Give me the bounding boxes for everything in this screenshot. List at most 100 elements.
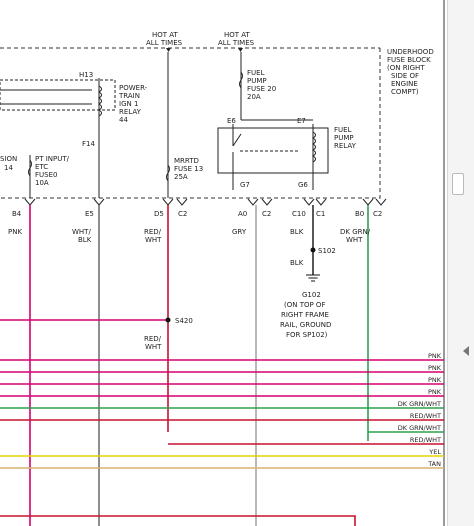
fuel-fuse-label-3: FUSE 20 — [247, 85, 276, 93]
bus-wire-label-2: PNK — [428, 376, 442, 384]
all-times-label-2: ALL TIMES — [218, 39, 255, 47]
fp-relay-label-3: RELAY — [334, 142, 357, 150]
mrrtd-label-2: FUSE 13 — [174, 165, 203, 173]
bottom-wire — [0, 515, 356, 526]
pin-label-b0: B0 — [355, 210, 364, 218]
wire-label-wht: WHT/ — [72, 228, 91, 236]
arrow-c2a — [176, 198, 188, 206]
wire-label-gry: GRY — [232, 228, 247, 236]
fuse-block-label-5: ENGINE — [391, 80, 418, 88]
arrow-b4 — [24, 198, 36, 206]
fuse-block-label-6: COMPT) — [391, 88, 419, 96]
pt-relay-label-4: RELAY — [119, 108, 142, 116]
wire-label-blk1: BLK — [290, 228, 304, 236]
wiring-diagram: HOT AT ALL TIMES HOT AT ALL TIMES UNDERH… — [0, 0, 445, 526]
arrow-e5 — [93, 198, 105, 206]
pt-relay-label-3: IGN 1 — [119, 100, 138, 108]
g102-label-3: RIGHT FRAME — [281, 311, 329, 319]
mrrtd-label-1: MRRTD — [174, 157, 199, 165]
s102-label: S102 — [318, 247, 336, 255]
arrow-b0 — [362, 198, 374, 206]
fuse-block-label-1: UNDERHOOD — [387, 48, 434, 56]
hot-arrow-2 — [238, 48, 243, 52]
fuse-block-label-2: FUSE BLOCK — [387, 56, 431, 64]
wire-label-blk2: BLK — [290, 259, 304, 267]
connector-arrows — [24, 198, 387, 206]
fuel-fuse-label-2: PUMP — [247, 77, 267, 85]
bus-wire-label-7: RED/WHT — [410, 436, 441, 444]
bus-wire-label-4: DK GRN/WHT — [398, 400, 441, 408]
arrow-c1 — [315, 198, 327, 206]
ptinput-label-1: PT INPUT/ — [35, 155, 70, 163]
pin-label-d5: D5 — [154, 210, 164, 218]
pin-label-c10: C10 — [292, 210, 306, 218]
wire-label-wht3: WHT — [145, 343, 162, 351]
ground-symbol — [306, 274, 320, 282]
hot-arrow-1 — [166, 48, 171, 52]
bus-wire-label-0: PNK — [428, 352, 442, 360]
arrow-a0 — [247, 198, 259, 206]
bus-wire-label-6: DK GRN/WHT — [398, 424, 441, 432]
fuse-block-label-3: (ON RIGHT — [387, 64, 425, 72]
mrrtd-label-3: 25A — [174, 173, 188, 181]
pt-relay-label-1: POWER- — [119, 84, 148, 92]
pin-g6: G6 — [298, 181, 308, 189]
splice-s102 — [310, 247, 316, 253]
s420-label: S420 — [175, 317, 193, 325]
splice-s420 — [165, 317, 171, 323]
sion-14-label: 14 — [4, 164, 13, 172]
pin-label-c2c: C2 — [373, 210, 382, 218]
wire-label-wht2: WHT — [145, 236, 162, 244]
bus-wire-label-8: YEL — [428, 448, 441, 456]
ptinput-label-3: FUSE0 — [35, 171, 57, 179]
pin-label-c1: C1 — [316, 210, 325, 218]
fuse-block-label-4: SIDE OF — [391, 72, 419, 80]
pt-relay-label-5: 44 — [119, 116, 128, 124]
relay-switch-contact — [232, 133, 242, 147]
hot-at-label-2: HOT AT — [224, 31, 251, 39]
wire-label-dkgrn-wht: WHT — [346, 236, 363, 244]
ptinput-label-4: 10A — [35, 179, 49, 187]
wire-label-blk: BLK — [78, 236, 92, 244]
all-times-label-1: ALL TIMES — [146, 39, 183, 47]
pin-e7: E7 — [297, 117, 306, 125]
arrow-c2b — [261, 198, 273, 206]
fuel-fuse-label-1: FUEL — [247, 69, 265, 77]
pin-f14: F14 — [82, 140, 95, 148]
arrow-c10 — [303, 198, 315, 206]
g102-label-1: G102 — [302, 291, 321, 299]
pin-label-a0: A0 — [238, 210, 247, 218]
wire-label-red: RED/ — [144, 228, 162, 236]
wire-label-red2: RED/ — [144, 335, 162, 343]
scroll-handle[interactable] — [452, 173, 464, 195]
pin-label-b4: B4 — [12, 210, 22, 218]
arrow-d5 — [162, 198, 174, 206]
pin-label-c2a: C2 — [178, 210, 187, 218]
pin-e6: E6 — [227, 117, 236, 125]
wire-label-dkgrn: DK GRN/ — [340, 228, 371, 236]
fp-relay-label-1: FUEL — [334, 126, 352, 134]
pin-label-e5: E5 — [85, 210, 94, 218]
pt-relay-label-2: TRAIN — [118, 92, 140, 100]
bus-wire-label-1: PNK — [428, 364, 442, 372]
side-panel — [447, 0, 474, 526]
wiring-diagram-canvas: HOT AT ALL TIMES HOT AT ALL TIMES UNDERH… — [0, 0, 474, 526]
powertrain-relay-outline — [0, 79, 116, 111]
bus-wire-label-3: PNK — [428, 388, 442, 396]
bus-wire-label-5: RED/WHT — [410, 412, 441, 420]
g102-label-2: (ON TOP OF — [284, 301, 325, 309]
sion-label: SION — [0, 155, 17, 163]
pin-label-c2b: C2 — [262, 210, 271, 218]
bus-wires: PNK PNK PNK PNK DK GRN/WHT RED/WHT DK GRN/WHT R… — [0, 352, 444, 469]
g102-label-5: FOR SP102) — [286, 331, 328, 339]
collapse-arrow-icon[interactable] — [463, 346, 469, 356]
pin-g7: G7 — [240, 181, 250, 189]
fuel-fuse-label-4: 20A — [247, 93, 261, 101]
arrow-c2c — [375, 198, 387, 206]
hot-at-label-1: HOT AT — [152, 31, 179, 39]
ptinput-label-2: ETC — [35, 163, 48, 171]
wire-label-pnk: PNK — [8, 228, 22, 236]
g102-label-4: RAIL, GROUND — [280, 321, 331, 329]
pin-h13: H13 — [79, 71, 93, 79]
bus-wire-label-9: TAN — [427, 460, 441, 468]
